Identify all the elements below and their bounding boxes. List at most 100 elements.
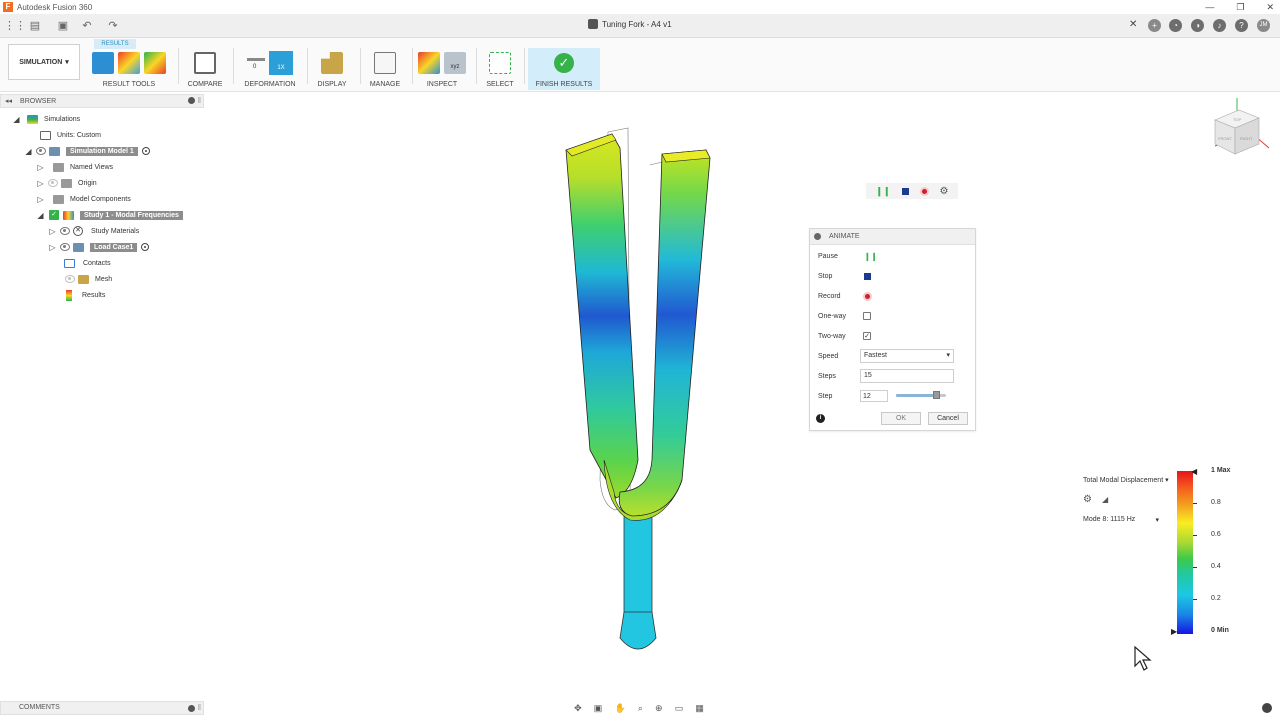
pin-icon[interactable]	[188, 705, 195, 712]
result-type-dropdown[interactable]: Total Modal Displacement ▾	[1083, 476, 1169, 484]
select-icon[interactable]	[489, 52, 511, 74]
activate-radio-icon[interactable]	[141, 243, 150, 251]
zoom-icon[interactable]: ⌕	[638, 703, 643, 714]
redo-icon[interactable]: ↷	[106, 19, 120, 33]
compare-icon[interactable]	[194, 52, 216, 74]
inspect-icon[interactable]	[418, 52, 440, 74]
legend-options-icon[interactable]: ◢	[1102, 495, 1108, 504]
tree-mesh[interactable]: Mesh	[62, 272, 112, 286]
expand-triangle-icon[interactable]: ▷	[36, 195, 45, 204]
collapse-triangle-icon[interactable]: ◢	[24, 147, 33, 156]
probes-icon[interactable]	[118, 52, 140, 74]
dialog-header[interactable]: ANIMATE	[810, 229, 975, 245]
max-marker-icon[interactable]: ◀	[1191, 467, 1197, 476]
tree-study-materials[interactable]: ▷ ✕ Study Materials	[48, 224, 139, 238]
grip-icon[interactable]: ‖	[198, 96, 201, 105]
gear-icon[interactable]: ⚙	[940, 186, 949, 197]
tab-results[interactable]: RESULTS	[94, 39, 136, 49]
collapse-triangle-icon[interactable]: ◢	[36, 211, 45, 220]
tree-model-components[interactable]: ▷ Model Components	[36, 192, 131, 206]
checkmark-icon[interactable]: ✓	[554, 53, 574, 73]
tree-simulations[interactable]: ◢ Simulations	[12, 112, 80, 126]
visibility-eye-icon[interactable]	[60, 227, 70, 235]
deformation-zero-icon[interactable]: 0	[247, 52, 265, 74]
two-way-checkbox[interactable]: ✓	[863, 332, 871, 340]
deformation-group[interactable]: 0 1X DEFORMATION	[240, 50, 300, 90]
save-icon[interactable]: ▣	[56, 19, 70, 33]
tuning-fork-model[interactable]	[520, 120, 760, 665]
visibility-eye-icon[interactable]	[48, 179, 58, 187]
tree-contacts[interactable]: Contacts	[64, 256, 111, 270]
notifications-icon[interactable]: ♪	[1213, 19, 1226, 32]
finish-results-group[interactable]: ✓ FINISH RESULTS	[528, 48, 600, 90]
expand-triangle-icon[interactable]: ▷	[36, 163, 45, 172]
display-group[interactable]: DISPLAY	[312, 50, 352, 90]
activate-radio-icon[interactable]	[141, 147, 150, 155]
help-icon[interactable]: ?	[1235, 19, 1248, 32]
browser-header[interactable]: ◂◂ BROWSER ‖	[0, 94, 204, 108]
record-icon[interactable]	[919, 186, 929, 196]
tree-results[interactable]: Results	[66, 288, 105, 302]
tree-named-views[interactable]: ▷ Named Views	[36, 160, 113, 174]
document-tab[interactable]: Tuning Fork - A4 v1	[588, 19, 672, 29]
slider-thumb[interactable]	[933, 391, 940, 399]
steps-input[interactable]: 15	[860, 369, 954, 383]
step-slider[interactable]	[896, 391, 946, 399]
mode-dropdown[interactable]: Mode 8: 1115 Hz ▾	[1083, 516, 1163, 524]
speed-select[interactable]: Fastest	[860, 349, 954, 363]
min-marker-icon[interactable]: ▶	[1171, 627, 1177, 636]
collapse-triangle-icon[interactable]: ◢	[12, 115, 21, 124]
pause-icon[interactable]: ❙❙	[875, 186, 890, 197]
minimize-icon[interactable]: —	[1205, 0, 1214, 14]
visibility-eye-icon[interactable]	[60, 243, 70, 251]
pin-icon[interactable]	[188, 97, 195, 104]
comments-panel[interactable]: COMMENTS ‖	[0, 701, 204, 715]
info-icon[interactable]: i	[816, 414, 825, 423]
tree-load-case[interactable]: ▷ Load Case1	[48, 240, 150, 254]
inspect-group[interactable]: xyz INSPECT	[416, 50, 468, 90]
deformation-scale-icon[interactable]: 1X	[269, 51, 293, 75]
user-avatar[interactable]: JM	[1257, 19, 1270, 32]
tree-study[interactable]: ◢ ✓ Study 1 - Modal Frequencies	[36, 208, 183, 222]
visibility-eye-icon[interactable]	[65, 275, 75, 283]
record-button-icon[interactable]	[863, 291, 872, 301]
xyz-measure-icon[interactable]: xyz	[444, 52, 466, 74]
grid-settings-icon[interactable]: ▦	[695, 703, 704, 714]
expand-triangle-icon[interactable]: ▷	[48, 243, 57, 252]
gear-icon[interactable]: ⚙	[1083, 494, 1092, 505]
grip-icon[interactable]: ‖	[198, 702, 201, 714]
select-group[interactable]: SELECT	[480, 50, 520, 90]
surface-probes-icon[interactable]	[144, 52, 166, 74]
stop-button-icon[interactable]	[864, 272, 871, 280]
tree-units[interactable]: Units: Custom	[40, 128, 101, 142]
step-value-input[interactable]: 12	[860, 390, 888, 402]
look-at-icon[interactable]: ▣	[594, 703, 603, 714]
display-icon[interactable]	[321, 52, 343, 74]
compare-group[interactable]: COMPARE	[184, 50, 226, 90]
manage-group[interactable]: MANAGE	[364, 50, 406, 90]
expand-triangle-icon[interactable]: ▷	[36, 179, 45, 188]
tree-origin[interactable]: ▷ Origin	[36, 176, 97, 190]
job-status-icon[interactable]: ◑	[1191, 19, 1204, 32]
one-way-checkbox[interactable]	[863, 312, 871, 320]
file-icon[interactable]: ▤	[28, 19, 42, 33]
zoom-window-icon[interactable]: ⊕	[655, 703, 663, 714]
data-panel-icon[interactable]: ◔	[1169, 19, 1182, 32]
display-settings-icon[interactable]: ▭	[675, 703, 684, 714]
pause-button-icon[interactable]: ❙❙	[864, 252, 877, 261]
workspace-switcher[interactable]: SIMULATION ▾	[8, 44, 80, 80]
stop-icon[interactable]	[901, 187, 909, 195]
collapse-icon[interactable]: ◂◂	[5, 97, 12, 105]
tree-simulation-model[interactable]: ◢ Simulation Model 1	[24, 144, 150, 158]
collapse-dialog-icon[interactable]	[814, 233, 821, 240]
ok-button[interactable]: OK	[881, 412, 921, 425]
undo-icon[interactable]: ↶	[80, 19, 94, 33]
pan-icon[interactable]: ✋	[614, 703, 625, 714]
restore-icon[interactable]: ❐	[1236, 0, 1244, 14]
grid-menu-icon[interactable]: ⋮⋮	[4, 19, 26, 33]
visibility-eye-icon[interactable]	[36, 147, 46, 155]
view-cube[interactable]: TOP FRONT RIGHT	[1205, 94, 1275, 164]
new-tab-icon[interactable]: +	[1148, 19, 1161, 32]
result-tools-group[interactable]: RESULT TOOLS	[88, 50, 170, 90]
orbit-icon[interactable]: ✥	[574, 703, 582, 714]
